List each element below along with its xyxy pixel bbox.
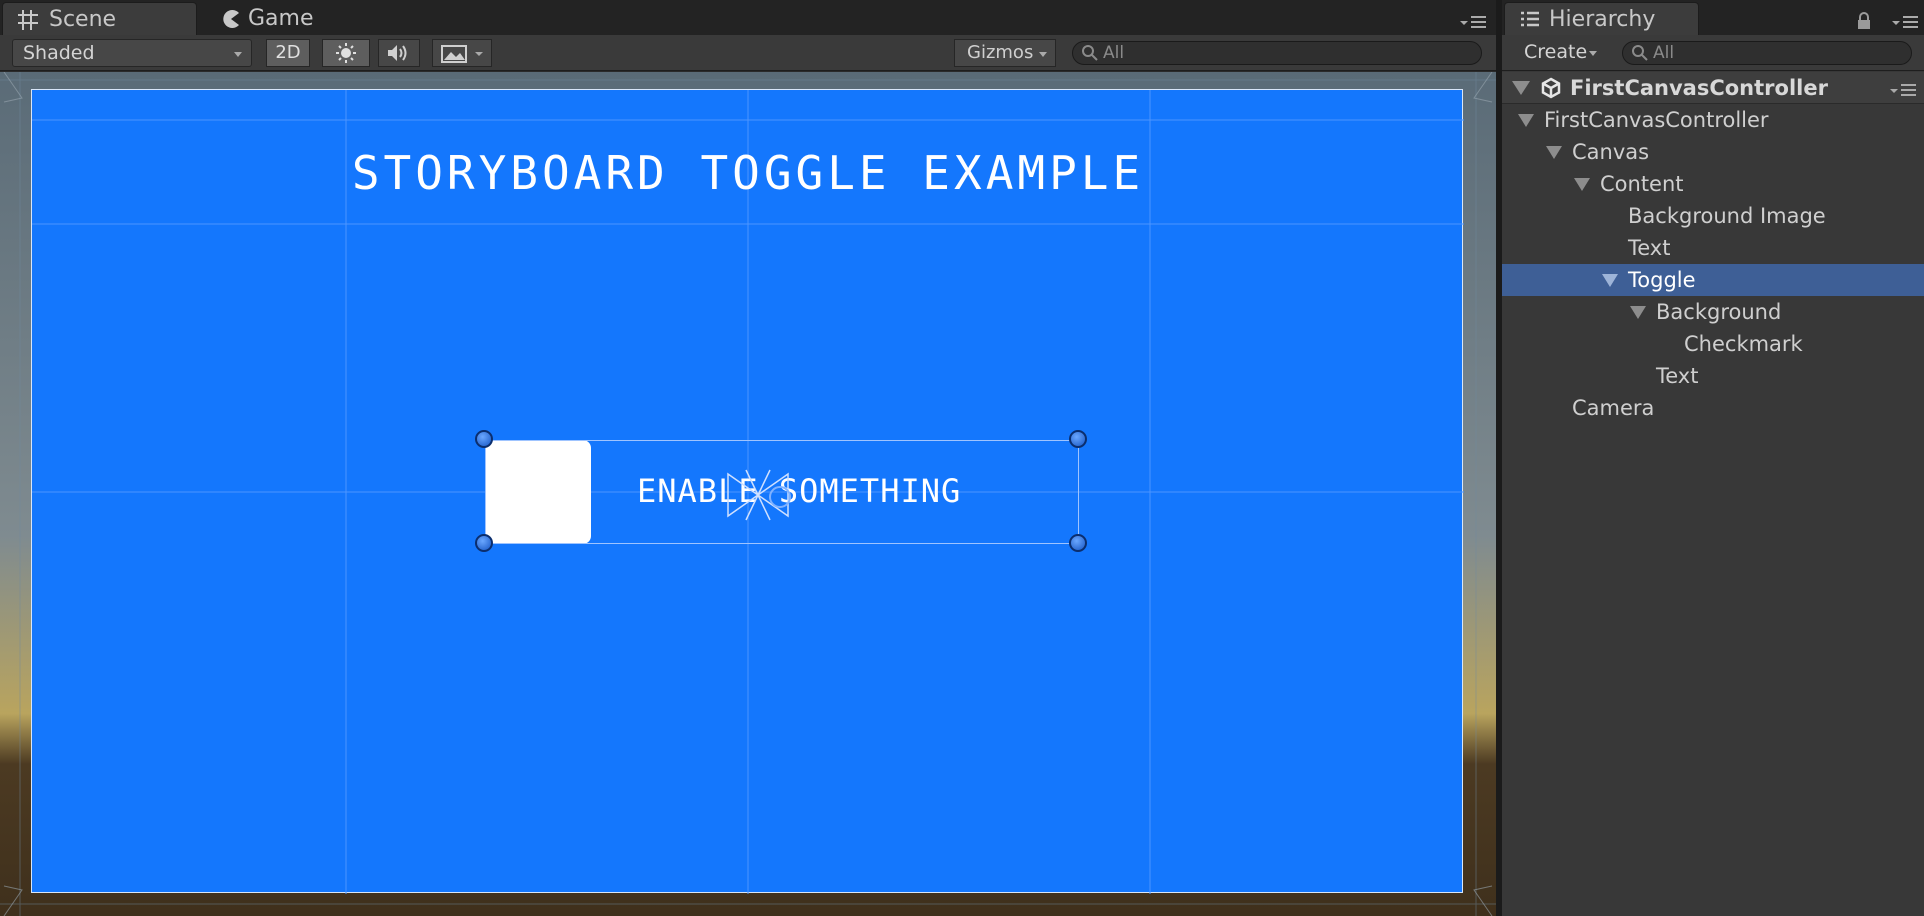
hierarchy-item[interactable]: Checkmark bbox=[1502, 328, 1924, 360]
hierarchy-item-label: Checkmark bbox=[1684, 332, 1803, 356]
scene-name: FirstCanvasController bbox=[1570, 76, 1828, 100]
hierarchy-item-label: Background bbox=[1656, 300, 1782, 324]
unity-logo-icon bbox=[1541, 77, 1561, 99]
hierarchy-item-label: Text bbox=[1656, 364, 1699, 388]
search-icon bbox=[1632, 45, 1648, 61]
sun-icon bbox=[336, 43, 356, 63]
hierarchy-tab-bar: Hierarchy bbox=[1502, 0, 1924, 35]
shading-mode-dropdown[interactable]: Shaded bbox=[12, 39, 252, 67]
hierarchy-item-label: FirstCanvasController bbox=[1544, 108, 1769, 132]
pivot-anchor-icon[interactable] bbox=[722, 468, 794, 522]
chevron-down-icon bbox=[234, 52, 242, 57]
scene-menu-icon[interactable] bbox=[1888, 82, 1918, 98]
hierarchy-item[interactable]: Canvas bbox=[1502, 136, 1924, 168]
create-dropdown[interactable]: Create bbox=[1514, 39, 1606, 67]
expand-arrow-icon[interactable] bbox=[1574, 178, 1590, 191]
expand-arrow-icon[interactable] bbox=[1602, 274, 1618, 287]
resize-handle-bottom-right[interactable] bbox=[1069, 534, 1087, 552]
hierarchy-item-label: Camera bbox=[1572, 396, 1655, 420]
expand-arrow-icon[interactable] bbox=[1630, 306, 1646, 319]
resize-handle-bottom-left[interactable] bbox=[475, 534, 493, 552]
hierarchy-panel: Hierarchy Create All FirstCanvasControll… bbox=[1502, 0, 1924, 916]
expand-arrow-icon[interactable] bbox=[1546, 146, 1562, 159]
hierarchy-item[interactable]: Text bbox=[1502, 360, 1924, 392]
hierarchy-item[interactable]: Camera bbox=[1502, 392, 1924, 424]
resize-handle-top-right[interactable] bbox=[1069, 430, 1087, 448]
hierarchy-item[interactable]: Background Image bbox=[1502, 200, 1924, 232]
panel-menu-icon[interactable] bbox=[1458, 14, 1488, 30]
grid-icon bbox=[18, 10, 38, 30]
lock-icon[interactable] bbox=[1856, 12, 1872, 30]
hierarchy-item[interactable]: Toggle bbox=[1502, 264, 1924, 296]
image-effects-icon bbox=[441, 45, 483, 63]
list-icon bbox=[1521, 11, 1539, 27]
scene-audio-button[interactable] bbox=[378, 39, 420, 67]
chevron-down-icon bbox=[1589, 51, 1597, 56]
toggle-label-text: ENABLE SOMETHING bbox=[637, 472, 962, 510]
tab-hierarchy[interactable]: Hierarchy bbox=[1504, 2, 1699, 35]
hierarchy-item-label: Text bbox=[1628, 236, 1671, 260]
hierarchy-item-label: Toggle bbox=[1628, 268, 1696, 292]
speaker-icon bbox=[388, 45, 407, 61]
hierarchy-item-label: Background Image bbox=[1628, 204, 1826, 228]
tab-hierarchy-label: Hierarchy bbox=[1549, 7, 1656, 32]
tab-scene[interactable]: Scene bbox=[2, 2, 197, 35]
tab-game-label: Game bbox=[248, 6, 314, 31]
gizmos-label: Gizmos bbox=[967, 42, 1034, 63]
ui-canvas[interactable]: STORYBOARD TOGGLE EXAMPLE ENABLE SOMETHI… bbox=[31, 89, 1464, 894]
expand-arrow-icon[interactable] bbox=[1512, 81, 1530, 95]
hierarchy-item[interactable]: Content bbox=[1502, 168, 1924, 200]
chevron-down-icon bbox=[1039, 52, 1047, 57]
hierarchy-item[interactable]: FirstCanvasController bbox=[1502, 104, 1924, 136]
tab-game[interactable]: Game bbox=[218, 2, 358, 35]
create-label: Create bbox=[1524, 41, 1588, 63]
hierarchy-item-label: Content bbox=[1600, 172, 1684, 196]
shading-mode-value: Shaded bbox=[23, 42, 95, 64]
canvas-title-text: STORYBOARD TOGGLE EXAMPLE bbox=[351, 146, 1145, 200]
hierarchy-item-label: Canvas bbox=[1572, 140, 1650, 164]
expand-arrow-icon[interactable] bbox=[1518, 114, 1534, 127]
scene-search-placeholder: All bbox=[1103, 43, 1125, 63]
scene-search-input[interactable]: All bbox=[1072, 41, 1482, 65]
panel-menu-icon[interactable] bbox=[1890, 14, 1920, 30]
hierarchy-item[interactable]: Background bbox=[1502, 296, 1924, 328]
hierarchy-item[interactable]: Text bbox=[1502, 232, 1924, 264]
scene-header-row[interactable]: FirstCanvasController bbox=[1502, 72, 1924, 104]
scene-toolbar: Shaded 2D Gizmos All bbox=[0, 35, 1496, 71]
scene-effects-button[interactable] bbox=[432, 39, 492, 67]
gizmos-dropdown[interactable]: Gizmos bbox=[954, 39, 1056, 67]
search-icon bbox=[1082, 45, 1098, 61]
scene-panel: Scene Game Shaded 2D Gizmos All STORYBOA… bbox=[0, 0, 1496, 916]
scene-viewport[interactable]: STORYBOARD TOGGLE EXAMPLE ENABLE SOMETHI… bbox=[0, 72, 1496, 916]
hierarchy-search-placeholder: All bbox=[1653, 43, 1675, 63]
hierarchy-search-input[interactable]: All bbox=[1622, 41, 1912, 65]
tab-scene-label: Scene bbox=[49, 7, 117, 32]
toggle-2d-button[interactable]: 2D bbox=[266, 39, 310, 67]
hierarchy-toolbar: Create All bbox=[1502, 35, 1924, 71]
scene-tab-bar: Scene Game bbox=[0, 0, 1496, 35]
scene-lighting-button[interactable] bbox=[322, 39, 370, 67]
resize-handle-top-left[interactable] bbox=[475, 430, 493, 448]
pacman-icon bbox=[223, 10, 239, 29]
